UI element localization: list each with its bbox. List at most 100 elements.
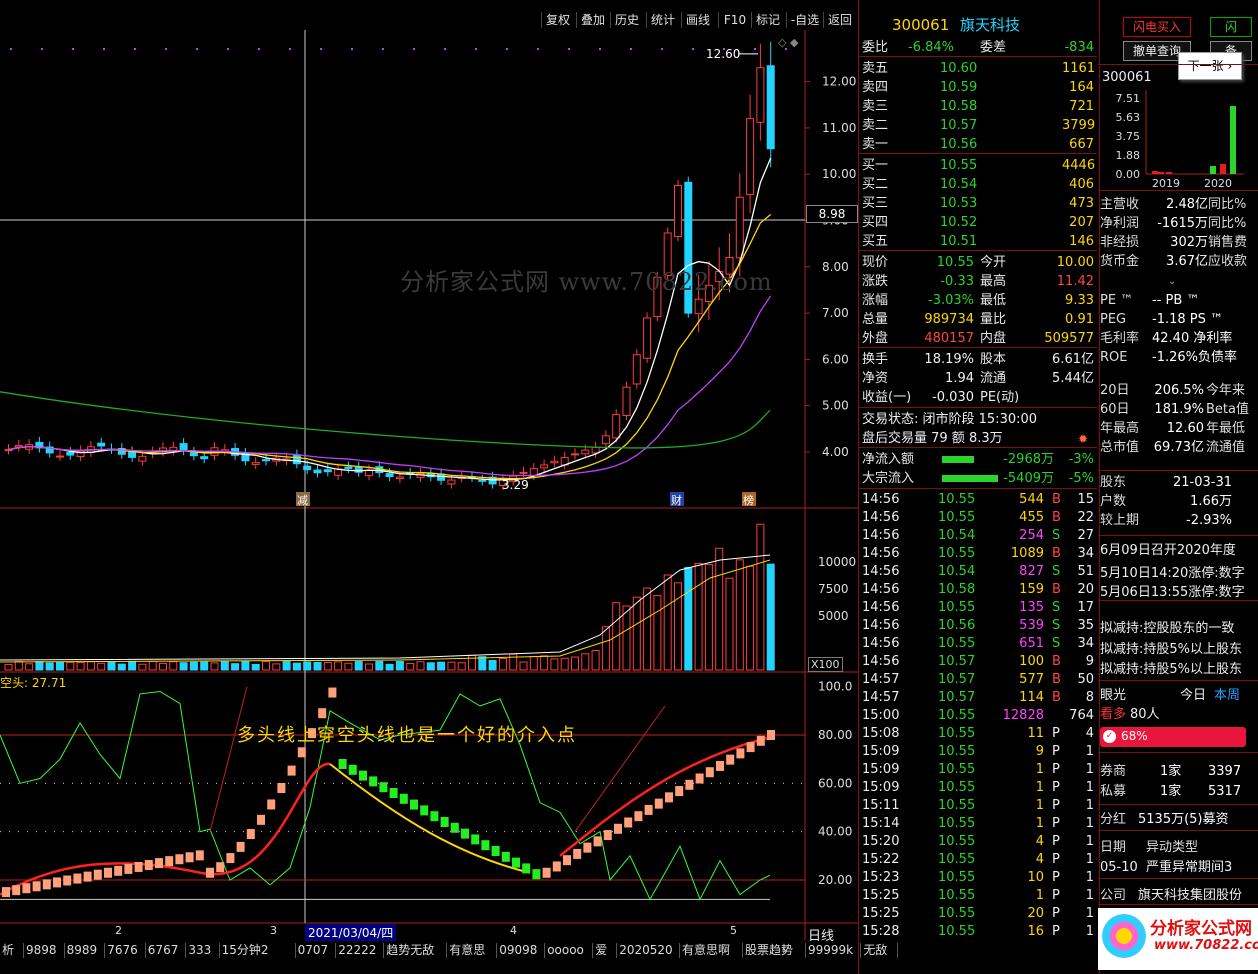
toolbar-button-1[interactable]: 叠加 (578, 10, 608, 30)
signal-block (267, 799, 276, 810)
signal-block (369, 776, 378, 787)
divider (1098, 64, 1258, 65)
signal-block (573, 848, 582, 859)
volume-bar (220, 661, 229, 671)
flower-icon (1102, 914, 1146, 958)
signal-block (277, 783, 286, 794)
flash-buy-button[interactable]: 闪电买入 (1123, 17, 1191, 37)
book-row[interactable]: 买二 10.54 406 (862, 175, 1094, 194)
perf-row: 总市值 69.73亿 流通值 (1100, 440, 1246, 455)
signal-dot (10, 48, 12, 50)
formula-tab[interactable]: ooooo (547, 942, 592, 959)
formula-tab[interactable]: 2020520 (619, 942, 679, 959)
book-row[interactable]: 买五 10.51 146 (862, 232, 1094, 251)
flash-sell-button[interactable]: 闪 (1210, 17, 1252, 37)
toolbar-button-4[interactable]: 画线 (683, 10, 713, 30)
formula-tab[interactable]: 股票趋势 (745, 942, 805, 959)
volume-bar (189, 661, 198, 671)
book-row[interactable]: 买三 10.53 473 (862, 194, 1094, 213)
formula-tab[interactable]: 6767 (148, 942, 186, 959)
flow-row: 净流入额 -2968万 -3% (862, 452, 1094, 467)
formula-tab[interactable]: 333 (188, 942, 218, 959)
tab-separator (185, 943, 187, 958)
divider (859, 488, 1097, 489)
toolbar-button-3[interactable]: 统计 (648, 10, 678, 30)
toolbar-button-0[interactable]: 复权 (543, 10, 573, 30)
date-cursor-label: 2021/03/04/四 (305, 924, 397, 941)
ma5-line (8, 157, 772, 481)
formula-tab[interactable]: 析 (2, 942, 23, 959)
news-item[interactable]: 拟减持:持股5%以上股东 (1100, 640, 1256, 659)
candle (540, 464, 549, 469)
formula-tab[interactable]: 8989 (67, 942, 105, 959)
ratio-row: PEG -1.18 PS ™ (1100, 312, 1223, 327)
sun-icon: ✹ (1078, 432, 1089, 446)
divider (1098, 830, 1258, 831)
signal-block (705, 767, 714, 778)
toolbar-button-2[interactable]: 历史 (612, 10, 642, 30)
volume-bar (107, 660, 116, 671)
book-row[interactable]: 买四 10.52 207 (862, 213, 1094, 232)
formula-tab[interactable]: 0707 (298, 942, 336, 959)
formula-tab[interactable]: 有意思 (449, 942, 496, 959)
toolbar-button-8[interactable]: 返回 (825, 10, 855, 30)
diamond-icon[interactable]: ◇ ◆ (778, 36, 799, 49)
signal-block (2, 887, 10, 898)
signal-block (338, 759, 347, 769)
candle (694, 298, 703, 315)
book-row[interactable]: 买一 10.55 4446 (862, 156, 1095, 175)
toolbar-button-5[interactable]: F10 (720, 10, 750, 30)
candle (200, 456, 209, 460)
mini-bar (1166, 172, 1172, 174)
tab-separator (679, 943, 680, 958)
volume-bar (323, 661, 332, 671)
formula-tab[interactable]: 7676 (107, 942, 145, 959)
book-row[interactable]: 卖五 10.60 1161 (862, 59, 1095, 78)
signal-block (389, 788, 398, 798)
news-item[interactable]: 5月10日14:20涨停:数字 (1100, 564, 1256, 583)
vol-tick: 10000 (818, 555, 856, 569)
tick-row: 14:56 10.55 455 B 22 (862, 510, 1094, 525)
book-row[interactable]: 卖二 10.57 3799 (862, 116, 1095, 135)
book-row[interactable]: 卖三 10.58 721 (862, 97, 1094, 116)
signal-dot (134, 48, 136, 50)
book-row[interactable]: 卖四 10.59 164 (862, 78, 1094, 97)
volume-bar (488, 659, 497, 671)
news-item[interactable]: 拟减持:持股5%以上股东 (1100, 660, 1256, 679)
formula-tab[interactable]: 15分钟2 (222, 942, 295, 959)
stock-name[interactable]: 旗天科技 (960, 16, 1020, 34)
volume-bar (231, 663, 240, 671)
volume-bar (426, 662, 435, 671)
chevron-down-icon[interactable]: ⌄ (1168, 272, 1176, 291)
chevron-right-icon[interactable]: › (782, 942, 796, 959)
formula-tab[interactable]: 趋势无敌 (386, 942, 446, 959)
formula-tab[interactable]: 9898 (26, 942, 64, 959)
vol-unit: X100 (808, 657, 843, 672)
book-row[interactable]: 卖一 10.56 667 (862, 135, 1094, 154)
kline-chart-area[interactable]: 12.0011.0010.009.008.007.006.005.004.001… (0, 30, 858, 940)
toolbar-button-6[interactable]: 标记 (753, 10, 783, 30)
quote-row: 现价 10.55 今开 10.00 (862, 255, 1094, 270)
tab-separator (383, 943, 385, 958)
brand-logo: 分析家公式网 www.70822.com (1098, 908, 1258, 970)
signal-dot (568, 48, 570, 50)
volume-bar (282, 661, 291, 671)
price-tick: 6.00 (822, 352, 849, 366)
signal-block (542, 867, 551, 878)
toolbar-button-7[interactable]: -自选 (788, 10, 822, 30)
news-item[interactable]: 6月09日召开2020年度 (1100, 541, 1256, 560)
x-label: 5 (730, 924, 737, 937)
price-tick: 12.00 (822, 75, 856, 89)
formula-tab[interactable]: 爱 (595, 942, 616, 959)
formula-tabs: 析 9898 8989 7676 6767 333 15分钟2 0707 22222 趋势无敌 有意… (0, 940, 899, 960)
formula-tab[interactable]: 09098 (499, 942, 544, 959)
weibi-row: 委比 -6.84% 委差 -834 (862, 40, 1094, 55)
candle (56, 455, 64, 458)
volume-bar (632, 596, 641, 671)
formula-tab[interactable]: 有意思啊 (682, 942, 742, 959)
formula-tab[interactable]: 22222 (338, 942, 383, 959)
news-item[interactable]: 拟减持:控股股东的一致 (1100, 619, 1256, 638)
tab-separator (144, 943, 146, 958)
next-page-popup[interactable]: 下一张 › (1178, 52, 1242, 80)
formula-tab[interactable]: 99999k (808, 942, 860, 959)
